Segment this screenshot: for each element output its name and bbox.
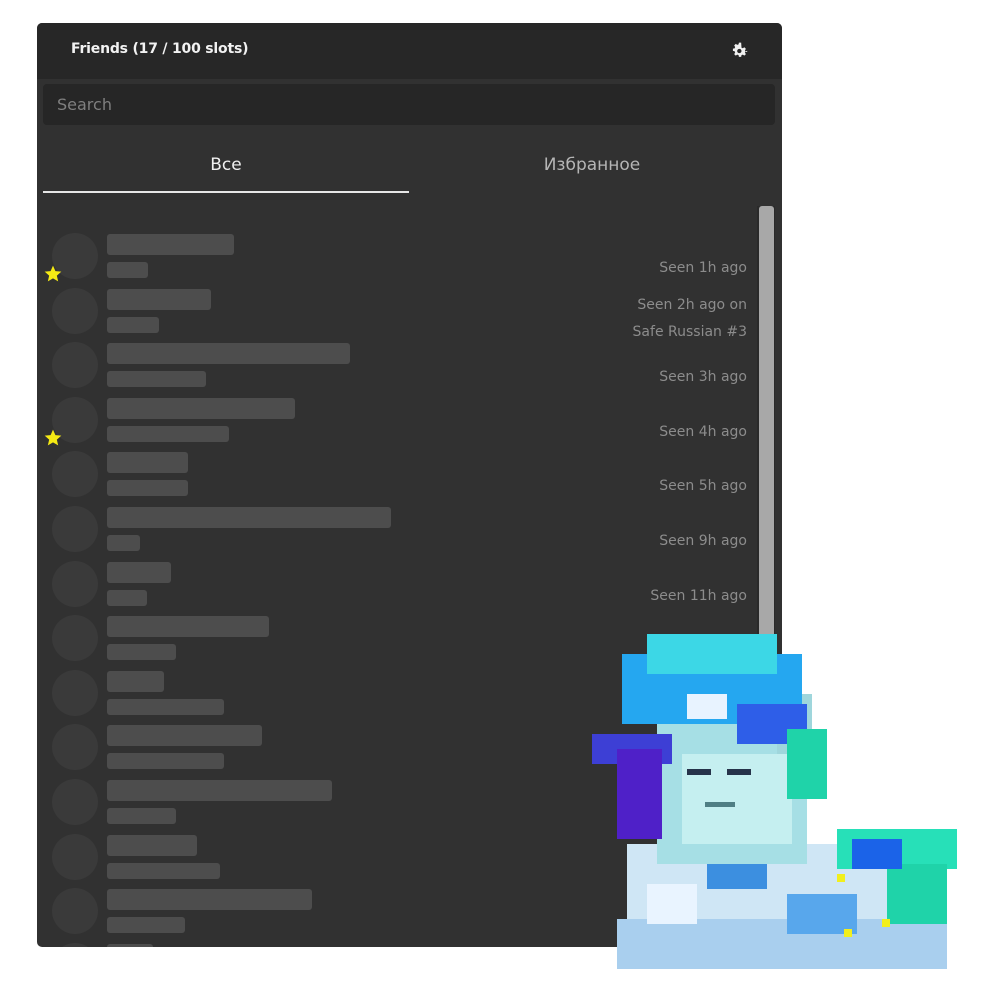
avatar <box>52 560 98 607</box>
friend-name-placeholder <box>107 943 153 947</box>
friend-row[interactable]: Seen 11h ago <box>37 559 757 613</box>
friend-name-placeholder <box>107 834 197 856</box>
pony-mane <box>787 729 827 799</box>
friend-status-placeholder <box>107 316 159 333</box>
pony-tail <box>887 864 947 924</box>
pony-star <box>882 919 890 927</box>
last-seen-text: Seen 5h ago <box>659 478 747 495</box>
avatar <box>52 888 98 935</box>
avatar <box>52 342 98 389</box>
pony-mane <box>617 749 662 839</box>
pony-tail <box>852 839 902 869</box>
last-seen-text: Seen 11h ago <box>650 587 747 604</box>
friend-name-placeholder <box>107 725 262 747</box>
friend-status-placeholder <box>107 371 206 388</box>
friend-status-placeholder <box>107 535 140 551</box>
last-seen-text: Seen 2h ago on <box>637 296 747 313</box>
friend-row[interactable]: Seen 2h ago on Safe Russian #3 <box>37 286 757 340</box>
friend-name-placeholder <box>107 288 211 310</box>
pony-star <box>844 929 852 937</box>
friend-status-placeholder <box>107 808 176 824</box>
friend-name-placeholder <box>107 452 188 474</box>
friend-name-placeholder <box>107 507 391 528</box>
avatar <box>52 942 98 947</box>
avatar <box>52 669 98 716</box>
avatar <box>52 506 98 552</box>
friend-row[interactable]: Seen 3h ago <box>37 340 757 394</box>
friend-status-placeholder <box>107 917 185 934</box>
friend-status-placeholder <box>107 753 224 770</box>
friend-status-placeholder <box>107 589 147 606</box>
friend-status-placeholder <box>107 862 220 879</box>
panel-title: Friends (17 / 100 slots) <box>71 41 249 57</box>
pony-mane <box>647 634 777 674</box>
avatar <box>52 287 98 334</box>
avatar <box>52 724 98 771</box>
pony-horn <box>687 694 727 719</box>
friend-name-placeholder <box>107 234 234 255</box>
friend-status-placeholder <box>107 644 176 661</box>
pony-mouth <box>705 802 735 807</box>
friend-row[interactable]: Seen 9h ago <box>37 504 757 558</box>
friend-status-placeholder <box>107 262 148 278</box>
last-seen-text: Seen 3h ago <box>659 369 747 386</box>
pony-star <box>837 874 845 882</box>
friend-name-placeholder <box>107 343 350 365</box>
friend-status-placeholder <box>107 480 188 497</box>
search-input[interactable] <box>43 84 775 125</box>
pony-face <box>682 754 792 844</box>
last-seen-text: Seen 9h ago <box>659 533 747 549</box>
pony-eye <box>687 769 711 775</box>
last-seen-text: Seen 1h ago <box>659 260 747 276</box>
friend-status-placeholder <box>107 698 224 715</box>
pony-avatar-image <box>592 634 957 969</box>
favorite-star-icon <box>44 265 62 282</box>
friend-row[interactable]: Seen 1h ago <box>37 231 757 285</box>
pony-eye <box>727 769 751 775</box>
friend-name-placeholder <box>107 561 171 583</box>
friend-status-placeholder <box>107 425 229 442</box>
last-seen-text: Seen 4h ago <box>659 423 747 440</box>
tab-favorites[interactable]: Избранное <box>409 143 775 193</box>
tab-all[interactable]: Все <box>43 143 409 193</box>
friend-row[interactable]: Seen 4h ago <box>37 395 757 449</box>
friend-row[interactable]: Seen 5h ago <box>37 449 757 503</box>
friend-name-placeholder <box>107 889 312 911</box>
avatar <box>52 615 98 662</box>
pony-hooves <box>617 919 947 969</box>
favorite-star-icon <box>44 429 62 446</box>
panel-header: Friends (17 / 100 slots) <box>37 23 782 79</box>
friend-name-placeholder <box>107 780 332 801</box>
avatar <box>52 779 98 825</box>
gear-icon[interactable] <box>730 40 750 60</box>
pony-spot <box>647 884 697 924</box>
avatar <box>52 451 98 498</box>
last-seen-location: Safe Russian #3 <box>632 323 747 340</box>
avatar <box>52 833 98 880</box>
friend-name-placeholder <box>107 670 164 692</box>
friend-name-placeholder <box>107 616 269 638</box>
friend-name-placeholder <box>107 397 295 419</box>
pony-spot <box>787 894 857 934</box>
